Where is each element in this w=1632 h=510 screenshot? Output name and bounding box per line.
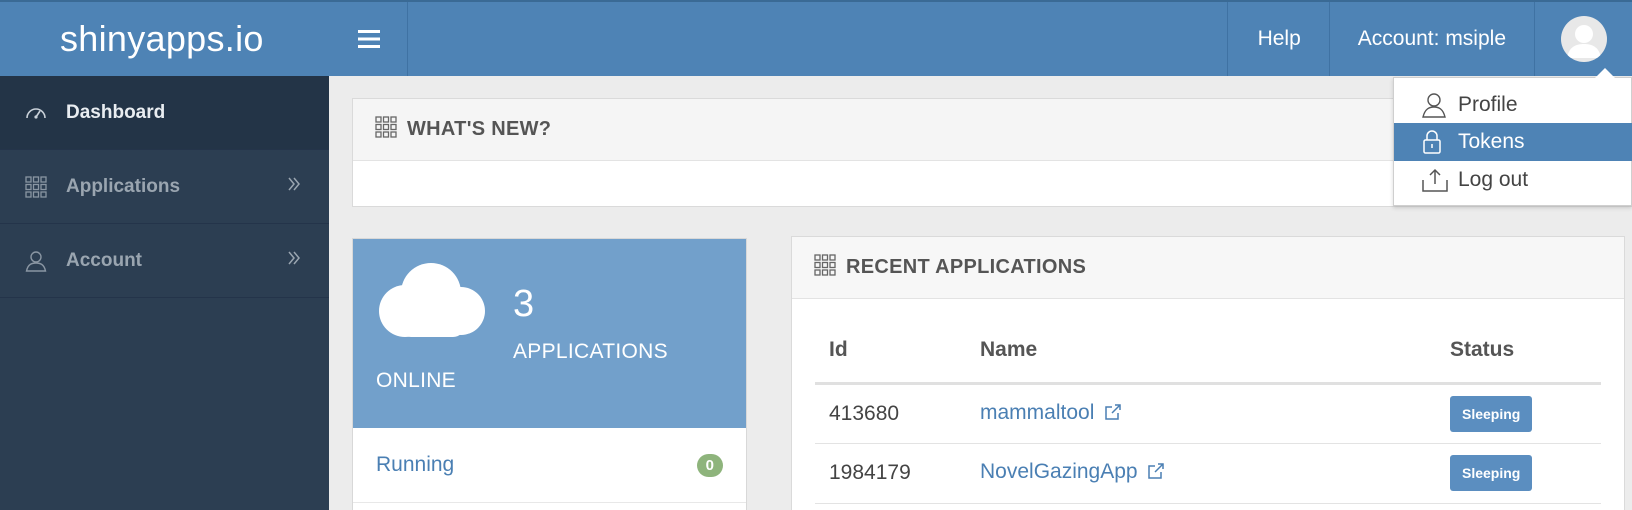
- dashboard-icon: [0, 105, 66, 121]
- applications-label: APPLICATIONS: [513, 340, 668, 363]
- hamburger-icon: [357, 30, 380, 48]
- table-header-row: Id Name Status: [815, 319, 1601, 385]
- menu-item-profile[interactable]: Profile: [1394, 86, 1632, 124]
- running-count-badge: 0: [696, 453, 723, 477]
- panel-title: WHAT'S NEW?: [407, 118, 552, 140]
- account-dropdown-menu: Profile Tokens Log out: [1393, 68, 1632, 206]
- applications-online-card: 3 APPLICATIONS ONLINE Running 0: [352, 238, 747, 510]
- applications-count: 3: [513, 283, 535, 325]
- sidebar-item-label: Account: [66, 249, 142, 271]
- account-name-link[interactable]: Account: msiple: [1328, 2, 1534, 76]
- sidebar-toggle-button[interactable]: [330, 2, 408, 76]
- external-link-icon[interactable]: [1104, 403, 1122, 427]
- sidebar-item-account[interactable]: Account: [0, 224, 329, 298]
- sidebar-item-label: Dashboard: [66, 101, 166, 123]
- upload-icon: [1422, 168, 1458, 192]
- table-row: 413680 mammaltool Sleeping: [815, 383, 1601, 444]
- app-status-cell: Sleeping: [1436, 443, 1601, 504]
- running-link[interactable]: Running: [376, 453, 454, 477]
- app-id: 413680: [815, 383, 966, 444]
- sidebar-item-dashboard[interactable]: Dashboard: [0, 76, 329, 150]
- brand-logo[interactable]: shinyapps.io: [0, 2, 330, 76]
- sidebar-item-label: Applications: [66, 175, 181, 197]
- grid-icon: [375, 116, 397, 143]
- list-item[interactable]: Running 0: [353, 428, 746, 503]
- status-badge[interactable]: Sleeping: [1450, 395, 1533, 432]
- cloud-icon: [373, 263, 485, 344]
- online-label: ONLINE: [376, 369, 456, 392]
- menu-item-label: Log out: [1458, 168, 1529, 191]
- recent-applications-panel: RECENT APPLICATIONS Id Name Status 41368…: [791, 236, 1625, 510]
- menu-item-tokens[interactable]: Tokens: [1394, 123, 1632, 161]
- app-id: 1984179: [815, 443, 966, 504]
- status-badge[interactable]: Sleeping: [1450, 455, 1533, 491]
- user-icon: [0, 250, 66, 272]
- grid-icon: [0, 175, 66, 198]
- app-status-cell: Sleeping: [1436, 383, 1601, 444]
- double-chevron-right-icon: [287, 176, 301, 197]
- app-name-cell: NovelGazingApp: [966, 443, 1436, 504]
- external-link-icon[interactable]: [1147, 462, 1165, 486]
- help-link[interactable]: Help: [1226, 2, 1329, 76]
- column-header-id[interactable]: Id: [815, 319, 966, 385]
- sidebar-item-applications[interactable]: Applications: [0, 150, 329, 224]
- app-name-cell: mammaltool: [966, 383, 1436, 444]
- table-row: 1984179 NovelGazingApp Sleeping: [815, 443, 1601, 504]
- user-icon: [1422, 92, 1458, 118]
- top-navbar: shinyapps.io Help Account: msiple: [0, 0, 1632, 76]
- lock-icon: [1422, 130, 1458, 154]
- column-header-name[interactable]: Name: [966, 319, 1436, 385]
- menu-item-logout[interactable]: Log out: [1394, 161, 1632, 199]
- grid-icon: [814, 254, 836, 281]
- recent-applications-table: Id Name Status 413680 mammaltool Sleepin…: [815, 319, 1601, 504]
- double-chevron-right-icon: [287, 250, 301, 271]
- app-name-link[interactable]: mammaltool: [980, 401, 1094, 424]
- menu-item-label: Profile: [1458, 93, 1518, 116]
- column-header-status[interactable]: Status: [1436, 319, 1601, 385]
- app-name-link[interactable]: NovelGazingApp: [980, 460, 1138, 483]
- sidebar: Dashboard Applications Account: [0, 76, 329, 510]
- avatar: [1560, 16, 1607, 62]
- panel-title: RECENT APPLICATIONS: [846, 256, 1087, 278]
- menu-item-label: Tokens: [1458, 130, 1525, 153]
- avatar-menu-button[interactable]: [1534, 2, 1632, 76]
